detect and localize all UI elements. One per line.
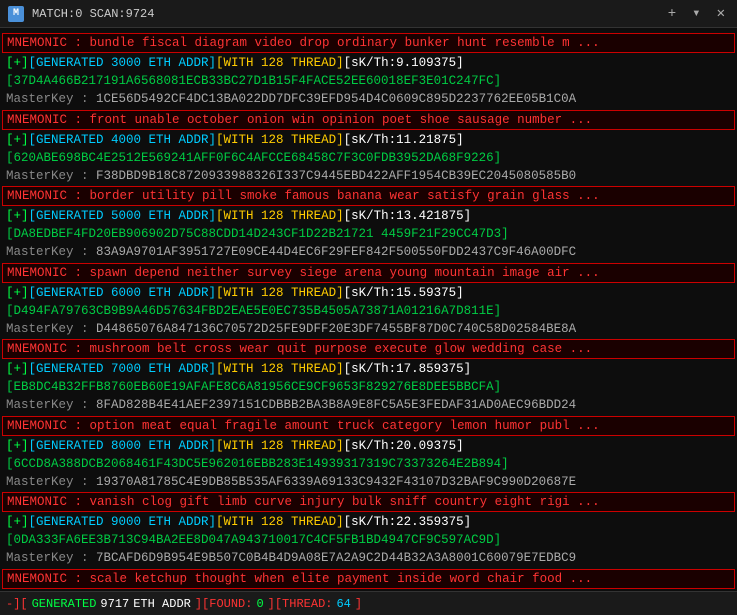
- status-prefix: -][: [6, 597, 28, 611]
- masterkey-value: 8FAD828B4E41AEF2397151CDBBB2BA3B8A9E8FC5…: [96, 398, 576, 412]
- generated-plus: [+]: [6, 515, 29, 529]
- log-line-8: MNEMONIC : border utility pill smoke fam…: [2, 186, 735, 206]
- log-line-2: [37D4A466B217191A6568081ECB33BC27D1B15F4…: [2, 72, 735, 90]
- generated-addr-label: [GENERATED 8000 ETH ADDR]: [29, 439, 217, 453]
- generated-sk: [sK/Th:15.59375]: [344, 286, 464, 300]
- app-icon: M: [8, 6, 24, 22]
- status-found-value: 0: [256, 597, 263, 611]
- generated-addr-label: [GENERATED 6000 ETH ADDR]: [29, 286, 217, 300]
- log-line-21: [+][GENERATED 8000 ETH ADDR][WITH 128 TH…: [2, 437, 735, 455]
- generated-plus: [+]: [6, 56, 29, 70]
- log-line-0: MNEMONIC : bundle fiscal diagram video d…: [2, 33, 735, 53]
- masterkey-value: F38DBD9B18C8720933988326I337C9445EBD422A…: [96, 169, 576, 183]
- status-scan-value: 9717: [100, 597, 129, 611]
- generated-sk: [sK/Th:9.109375]: [344, 56, 464, 70]
- log-line-14: [D494FA79763CB9B9A46D57634FBD2EAE5E0EC73…: [2, 302, 735, 320]
- status-generated-label: GENERATED: [32, 597, 97, 611]
- log-line-13: [+][GENERATED 6000 ETH ADDR][WITH 128 TH…: [2, 284, 735, 302]
- generated-thread-label: [WITH 128 THREAD]: [216, 286, 344, 300]
- log-line-20: MNEMONIC : option meat equal fragile amo…: [2, 416, 735, 436]
- status-thread-value: 64: [336, 597, 350, 611]
- generated-plus: [+]: [6, 362, 29, 376]
- generated-addr-label: [GENERATED 3000 ETH ADDR]: [29, 56, 217, 70]
- log-line-23: MasterKey : 19370A81785C4E9DB85B535AF633…: [2, 473, 735, 491]
- log-line-9: [+][GENERATED 5000 ETH ADDR][WITH 128 TH…: [2, 207, 735, 225]
- masterkey-label: MasterKey :: [6, 475, 96, 489]
- log-line-16: MNEMONIC : mushroom belt cross wear quit…: [2, 339, 735, 359]
- generated-thread-label: [WITH 128 THREAD]: [216, 209, 344, 223]
- masterkey-value: D44865076A847136C70572D25FE9DFF20E3DF745…: [96, 322, 576, 336]
- log-line-12: MNEMONIC : spawn depend neither survey s…: [2, 263, 735, 283]
- masterkey-label: MasterKey :: [6, 92, 96, 106]
- generated-thread-label: [WITH 128 THREAD]: [216, 439, 344, 453]
- generated-addr-label: [GENERATED 5000 ETH ADDR]: [29, 209, 217, 223]
- masterkey-value: 19370A81785C4E9DB85B535AF6339A69133C9432…: [96, 475, 576, 489]
- status-addr-label: ETH ADDR: [133, 597, 191, 611]
- generated-sk: [sK/Th:17.859375]: [344, 362, 472, 376]
- log-line-4: MNEMONIC : front unable october onion wi…: [2, 110, 735, 130]
- log-line-5: [+][GENERATED 4000 ETH ADDR][WITH 128 TH…: [2, 131, 735, 149]
- masterkey-label: MasterKey :: [6, 322, 96, 336]
- masterkey-label: MasterKey :: [6, 398, 96, 412]
- status-suffix: ]: [355, 597, 362, 611]
- main-content: MNEMONIC : bundle fiscal diagram video d…: [0, 28, 737, 591]
- title-bar-text: MATCH:0 SCAN:9724: [32, 7, 656, 21]
- log-line-3: MasterKey : 1CE56D5492CF4DC13BA022DD7DFC…: [2, 90, 735, 108]
- generated-thread-label: [WITH 128 THREAD]: [216, 56, 344, 70]
- log-line-1: [+][GENERATED 3000 ETH ADDR][WITH 128 TH…: [2, 54, 735, 72]
- masterkey-value: 1CE56D5492CF4DC13BA022DD7DFC39EFD954D4C0…: [96, 92, 576, 106]
- status-found-label: ][FOUND:: [195, 597, 253, 611]
- generated-sk: [sK/Th:22.359375]: [344, 515, 472, 529]
- generated-addr-label: [GENERATED 9000 ETH ADDR]: [29, 515, 217, 529]
- generated-addr-label: [GENERATED 4000 ETH ADDR]: [29, 133, 217, 147]
- status-thread-label: ][THREAD:: [268, 597, 333, 611]
- log-line-24: MNEMONIC : vanish clog gift limb curve i…: [2, 492, 735, 512]
- generated-plus: [+]: [6, 286, 29, 300]
- log-line-22: [6CCD8A388DCB2068461F43DC5E962016EBB283E…: [2, 455, 735, 473]
- masterkey-label: MasterKey :: [6, 245, 96, 259]
- generated-thread-label: [WITH 128 THREAD]: [216, 515, 344, 529]
- new-tab-button[interactable]: +: [664, 6, 680, 22]
- close-button[interactable]: ✕: [713, 5, 729, 22]
- generated-addr-label: [GENERATED 7000 ETH ADDR]: [29, 362, 217, 376]
- generated-sk: [sK/Th:13.421875]: [344, 209, 472, 223]
- log-line-17: [+][GENERATED 7000 ETH ADDR][WITH 128 TH…: [2, 360, 735, 378]
- log-line-11: MasterKey : 83A9A9701AF3951727E09CE44D4E…: [2, 243, 735, 261]
- log-line-6: [620ABE698BC4E2512E569241AFF0F6C4AFCCE68…: [2, 149, 735, 167]
- log-line-26: [0DA333FA6EE3B713C94BA2EE8D047A943710017…: [2, 531, 735, 549]
- log-line-18: [EB8DC4B32FFB8760EB60E19AFAFE8C6A81956CE…: [2, 378, 735, 396]
- generated-sk: [sK/Th:11.21875]: [344, 133, 464, 147]
- log-line-10: [DA8EDBEF4FD20EB906902D75C88CDD14D243CF1…: [2, 225, 735, 243]
- masterkey-label: MasterKey :: [6, 169, 96, 183]
- generated-plus: [+]: [6, 209, 29, 223]
- log-line-19: MasterKey : 8FAD828B4E41AEF2397151CDBBB2…: [2, 396, 735, 414]
- masterkey-value: 83A9A9701AF3951727E09CE44D4EC6F29FEF842F…: [96, 245, 576, 259]
- log-line-27: MasterKey : 7BCAFD6D9B954E9B507C0B4B4D9A…: [2, 549, 735, 567]
- log-line-25: [+][GENERATED 9000 ETH ADDR][WITH 128 TH…: [2, 513, 735, 531]
- masterkey-label: MasterKey :: [6, 551, 96, 565]
- tab-chevron-button[interactable]: ▾: [688, 5, 704, 22]
- title-bar: M MATCH:0 SCAN:9724 + ▾ ✕: [0, 0, 737, 28]
- status-bar: -][ GENERATED 9717 ETH ADDR ][FOUND:0 ][T…: [0, 591, 737, 615]
- generated-sk: [sK/Th:20.09375]: [344, 439, 464, 453]
- log-line-28: MNEMONIC : scale ketchup thought when el…: [2, 569, 735, 589]
- generated-plus: [+]: [6, 133, 29, 147]
- log-line-15: MasterKey : D44865076A847136C70572D25FE9…: [2, 320, 735, 338]
- masterkey-value: 7BCAFD6D9B954E9B507C0B4B4D9A08E7A2A9C2D4…: [96, 551, 576, 565]
- generated-thread-label: [WITH 128 THREAD]: [216, 362, 344, 376]
- generated-thread-label: [WITH 128 THREAD]: [216, 133, 344, 147]
- generated-plus: [+]: [6, 439, 29, 453]
- log-line-7: MasterKey : F38DBD9B18C8720933988326I337…: [2, 167, 735, 185]
